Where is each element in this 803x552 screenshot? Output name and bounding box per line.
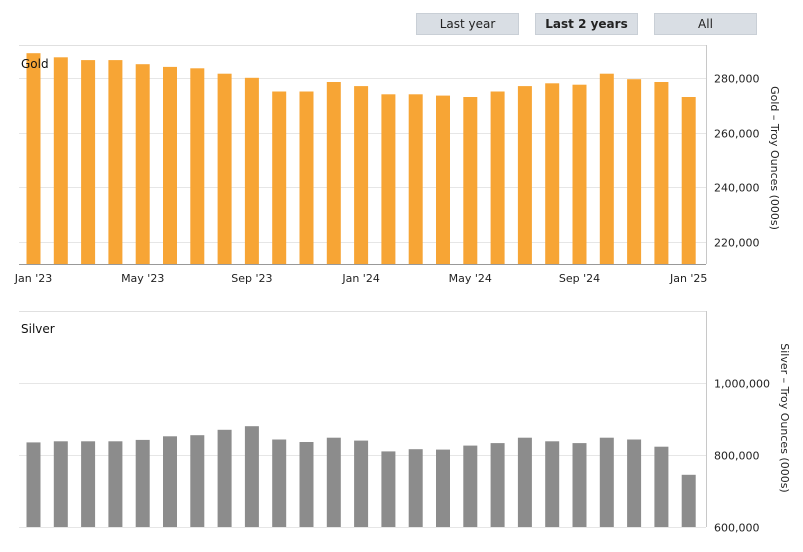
silver-bar[interactable] — [53, 441, 68, 527]
gold-y-tick-label: 280,000 — [714, 73, 760, 86]
silver-y-tick-label: 1,000,000 — [714, 378, 770, 391]
gold-bar[interactable] — [545, 83, 560, 264]
silver-bar[interactable] — [463, 445, 478, 527]
gold-x-tick-label: May '24 — [449, 272, 492, 285]
silver-bar[interactable] — [217, 429, 232, 527]
gold-bar[interactable] — [408, 94, 423, 264]
gold-bar[interactable] — [436, 95, 450, 264]
gold-x-tick-label: Sep '23 — [231, 272, 272, 285]
gold-x-tick-label: Jan '24 — [341, 272, 379, 285]
gold-y-tick-labels: 220,000 240,000 260,000 280,000 — [714, 73, 760, 250]
gold-x-tick-label: Jan '23 — [14, 272, 52, 285]
gold-bar[interactable] — [517, 86, 532, 264]
silver-bar[interactable] — [354, 440, 369, 527]
charts-canvas: 220,000 240,000 260,000 280,000 Jan '23 May … — [14, 45, 791, 535]
gold-bar[interactable] — [463, 97, 478, 264]
silver-bar[interactable] — [326, 437, 341, 527]
gold-bar[interactable] — [53, 57, 68, 264]
silver-bar[interactable] — [408, 449, 423, 527]
gold-bar[interactable] — [381, 94, 396, 264]
gold-bar[interactable] — [490, 91, 505, 265]
silver-bar[interactable] — [517, 437, 532, 527]
silver-chart: 600,000 800,000 1,000,000 Silver Silver – … — [19, 311, 791, 535]
gold-bar[interactable] — [217, 73, 232, 264]
silver-bar[interactable] — [299, 442, 314, 527]
gold-y-tick-label: 220,000 — [714, 237, 760, 250]
gold-bar[interactable] — [163, 66, 177, 265]
silver-bar[interactable] — [381, 451, 396, 527]
silver-chart-title: Silver — [21, 322, 55, 336]
silver-bar[interactable] — [490, 443, 505, 527]
gold-x-tick-labels: Jan '23 May '23 Sep '23 Jan '24 May '24 Sep '… — [14, 272, 708, 285]
gold-y-tick-label: 260,000 — [714, 128, 760, 141]
gold-x-tick-label: Sep '24 — [559, 272, 600, 285]
silver-y-tick-label: 800,000 — [714, 450, 760, 463]
gold-bar[interactable] — [81, 60, 96, 264]
gold-bar[interactable] — [135, 64, 150, 264]
silver-bars — [26, 426, 696, 528]
gold-chart-title: Gold — [21, 57, 49, 71]
gold-bar[interactable] — [326, 82, 341, 264]
gold-chart: 220,000 240,000 260,000 280,000 Jan '23 May … — [14, 45, 781, 285]
gold-bar[interactable] — [108, 60, 123, 264]
silver-y-tick-label: 600,000 — [714, 522, 760, 535]
gold-bar[interactable] — [26, 53, 41, 265]
silver-bar[interactable] — [654, 446, 669, 527]
silver-y-axis-title: Silver – Troy Ounces (000s) — [778, 343, 791, 492]
silver-bar[interactable] — [627, 439, 642, 528]
gold-bar[interactable] — [627, 79, 642, 264]
gold-y-tick-label: 240,000 — [714, 182, 760, 195]
silver-y-tick-labels: 600,000 800,000 1,000,000 — [714, 378, 770, 535]
gold-bars — [26, 53, 696, 265]
gold-bar[interactable] — [599, 73, 614, 264]
silver-bar[interactable] — [272, 439, 287, 528]
gold-bar[interactable] — [681, 97, 696, 264]
silver-bar[interactable] — [135, 439, 150, 527]
gold-y-axis-title: Gold – Troy Ounces (000s) — [768, 86, 781, 230]
gold-x-tick-label: May '23 — [121, 272, 164, 285]
silver-bar[interactable] — [190, 435, 205, 527]
gold-bar[interactable] — [244, 77, 259, 264]
silver-bar[interactable] — [244, 426, 259, 527]
gold-bar[interactable] — [272, 91, 287, 265]
silver-bar[interactable] — [108, 441, 123, 527]
gold-bar[interactable] — [354, 86, 369, 264]
silver-bar[interactable] — [572, 443, 587, 527]
gold-x-tick-label: Jan '25 — [669, 272, 707, 285]
gold-bar[interactable] — [299, 91, 314, 265]
silver-bar[interactable] — [681, 474, 696, 527]
gold-bar[interactable] — [654, 82, 669, 264]
gold-bar[interactable] — [572, 84, 587, 264]
silver-bar[interactable] — [81, 441, 96, 527]
gold-bar[interactable] — [190, 68, 205, 264]
silver-bar[interactable] — [163, 436, 177, 527]
silver-bar[interactable] — [26, 442, 41, 527]
silver-bar[interactable] — [436, 449, 450, 527]
silver-bar[interactable] — [599, 437, 614, 527]
silver-bar[interactable] — [545, 441, 560, 527]
